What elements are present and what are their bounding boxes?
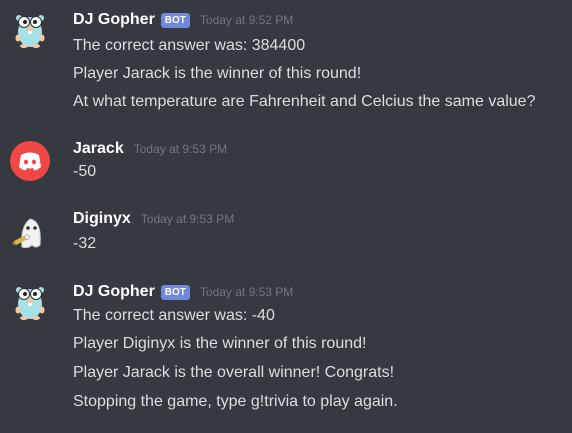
- gopher-avatar-icon[interactable]: [10, 280, 50, 320]
- message-line: Player Jarack is the winner of this roun…: [73, 65, 362, 82]
- discord-logo-avatar-icon[interactable]: [10, 141, 50, 181]
- gopher-avatar-icon[interactable]: [10, 8, 50, 48]
- message-line: Stopping the game, type g!trivia to play…: [73, 393, 398, 410]
- message-header: Diginyx Today at 9:53 PM: [73, 208, 234, 230]
- username[interactable]: DJ Gopher: [73, 11, 155, 29]
- timestamp: Today at 9:52 PM: [199, 13, 294, 27]
- bot-tag: BOT: [160, 284, 190, 300]
- chat-log: DJ Gopher BOT Today at 9:52 PM The corre…: [0, 0, 572, 433]
- bot-tag: BOT: [160, 12, 190, 28]
- username[interactable]: Diginyx: [73, 210, 131, 228]
- timestamp: Today at 9:53 PM: [140, 212, 235, 226]
- timestamp: Today at 9:53 PM: [199, 285, 294, 299]
- message-line: -32: [73, 235, 97, 252]
- timestamp: Today at 9:53 PM: [133, 142, 228, 156]
- message-header: DJ Gopher BOT Today at 9:53 PM: [73, 281, 293, 303]
- message-line: At what temperature are Fahrenheit and C…: [73, 93, 536, 110]
- message-line: The correct answer was: 384400: [73, 37, 306, 54]
- ghost-avatar-icon[interactable]: [10, 211, 50, 251]
- message-header: DJ Gopher BOT Today at 9:52 PM: [73, 9, 293, 31]
- username[interactable]: Jarack: [73, 140, 124, 158]
- message-line: Player Diginyx is the winner of this rou…: [73, 335, 367, 352]
- username[interactable]: DJ Gopher: [73, 283, 155, 301]
- message-line: Player Jarack is the overall winner! Con…: [73, 364, 395, 381]
- message-header: Jarack Today at 9:53 PM: [73, 138, 227, 160]
- message-line: -50: [73, 163, 97, 180]
- message-line: The correct answer was: -40: [73, 307, 275, 324]
